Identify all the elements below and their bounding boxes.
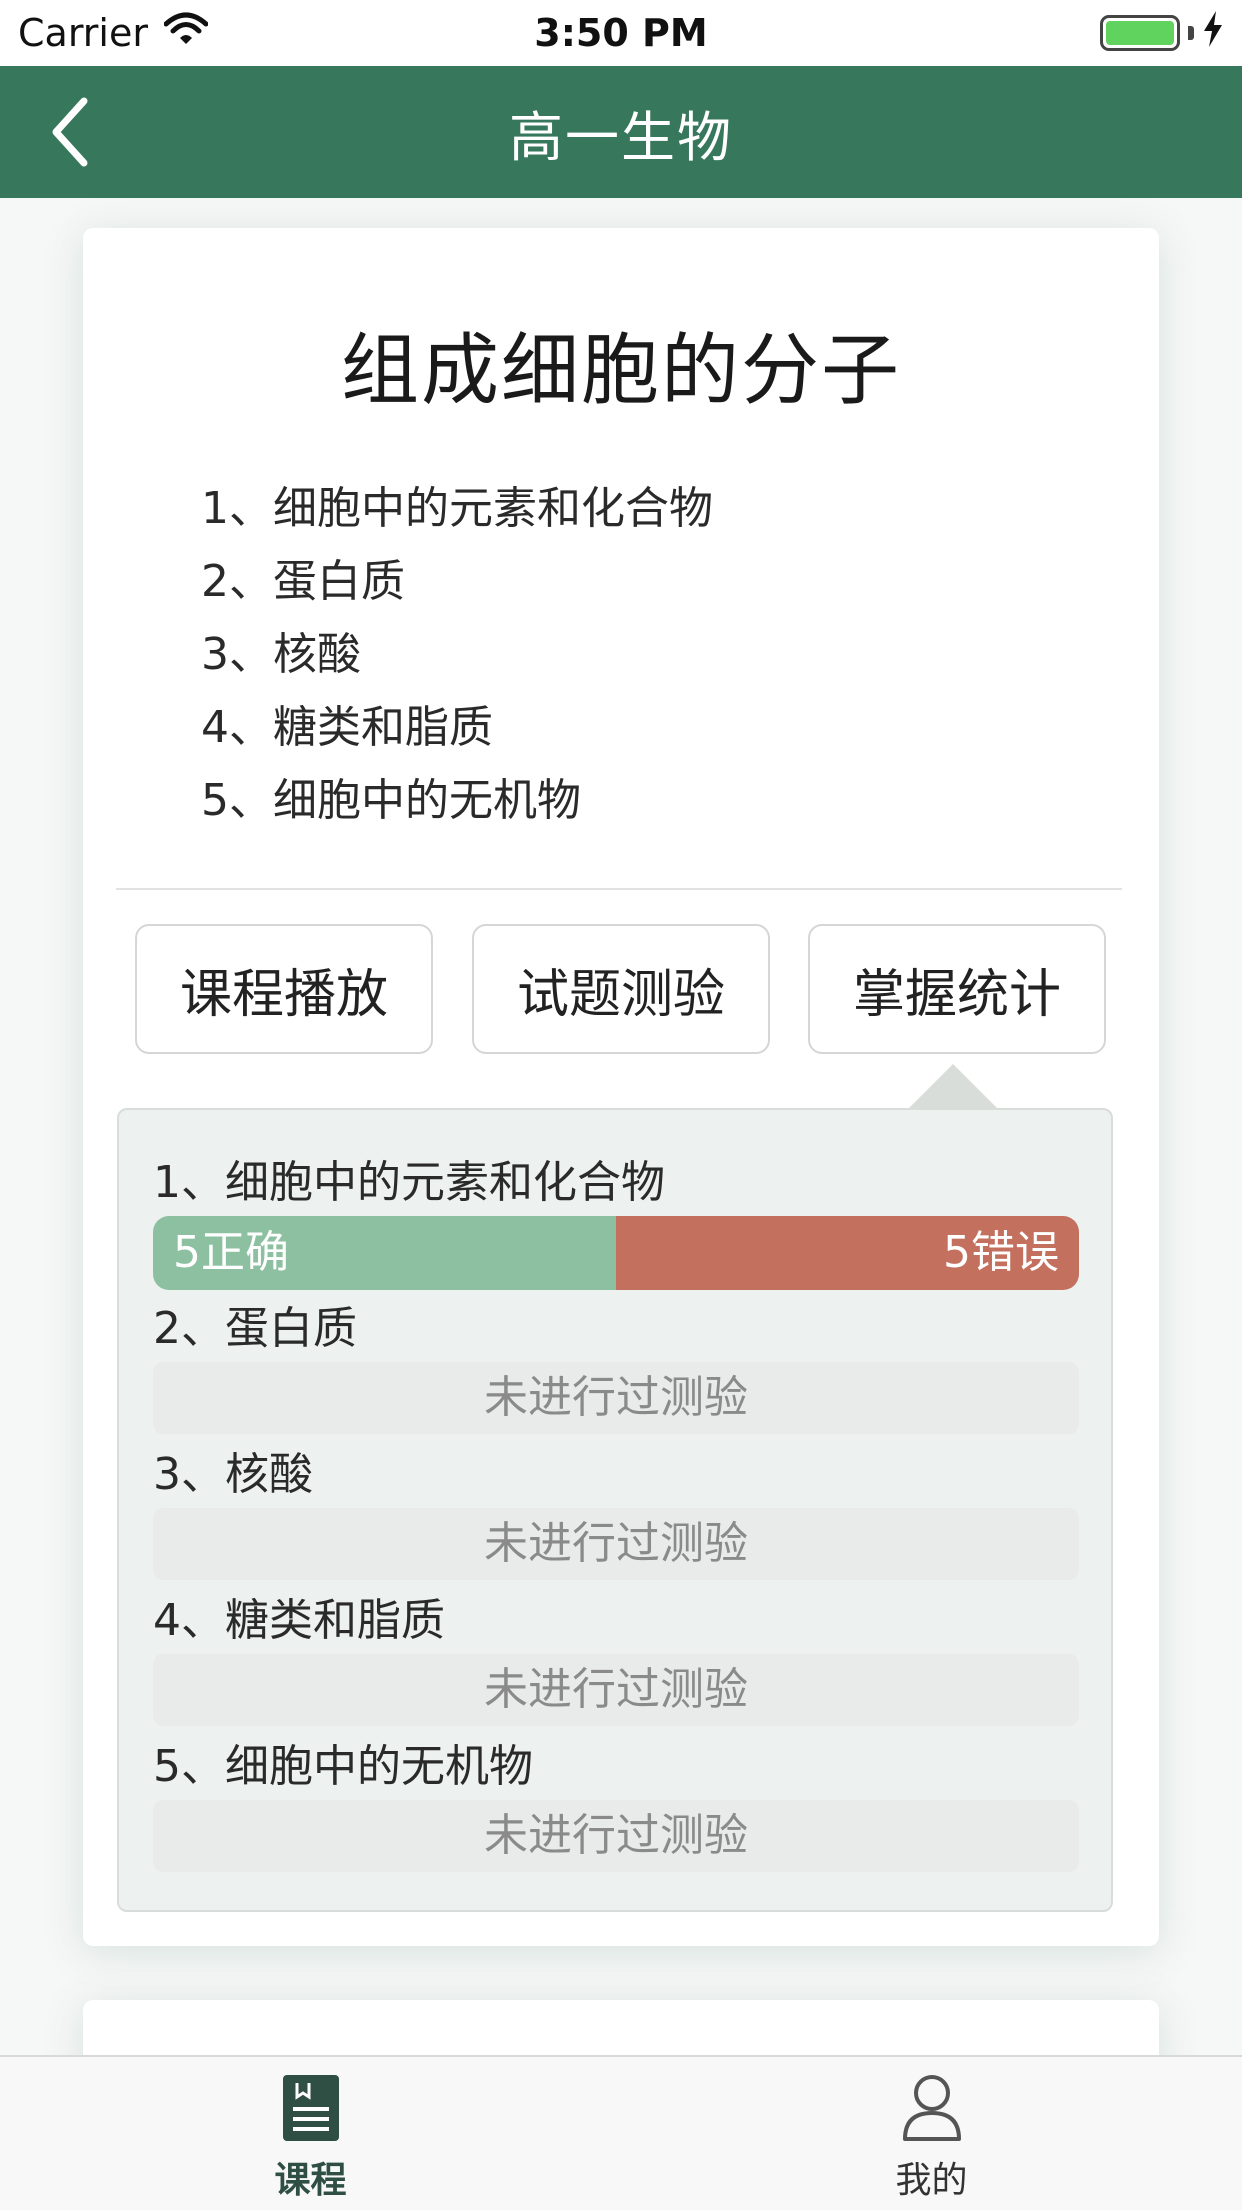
- book-icon: [276, 2071, 346, 2145]
- tab-mine-label: 我的: [895, 2160, 968, 2201]
- topic-item: 2、蛋白质: [201, 556, 405, 607]
- carrier-label: Carrier: [18, 11, 148, 55]
- result-bar: 5正确 5错误: [153, 1216, 1079, 1290]
- status-time: 3:50 PM: [534, 11, 708, 55]
- stat-label: 2、蛋白质: [153, 1303, 357, 1354]
- battery-tip: [1188, 26, 1194, 40]
- topic-item: 4、糖类和脂质: [201, 702, 493, 753]
- stat-item: 4、糖类和脂质 未进行过测验: [153, 1588, 1079, 1726]
- wifi-icon: [163, 11, 209, 55]
- tab-course[interactable]: 课程: [0, 2057, 621, 2210]
- status-right: [824, 10, 1224, 56]
- chapter-title: 组成细胞的分子: [340, 326, 901, 416]
- chevron-left-icon: [52, 97, 88, 167]
- no-quiz-placeholder: 未进行过测验: [153, 1654, 1079, 1726]
- topic-item: 3、核酸: [201, 629, 361, 680]
- topic-list: 1、细胞中的元素和化合物 2、蛋白质 3、核酸 4、糖类和脂质 5、细胞中的无机…: [201, 472, 713, 837]
- quiz-button[interactable]: 试题测验: [472, 924, 770, 1054]
- stat-item: 3、核酸 未进行过测验: [153, 1442, 1079, 1580]
- stat-label: 3、核酸: [153, 1449, 313, 1500]
- user-icon: [897, 2071, 967, 2145]
- no-quiz-placeholder: 未进行过测验: [153, 1800, 1079, 1872]
- tab-bar: 课程 我的: [0, 2055, 1242, 2208]
- mastery-stats-button[interactable]: 掌握统计: [808, 924, 1106, 1054]
- stat-item: 2、蛋白质 未进行过测验: [153, 1296, 1079, 1434]
- stat-item: 1、细胞中的元素和化合物 5正确 5错误: [153, 1150, 1079, 1290]
- stat-label: 5、细胞中的无机物: [153, 1741, 533, 1792]
- topic-item: 1、细胞中的元素和化合物: [201, 483, 713, 534]
- no-quiz-placeholder: 未进行过测验: [153, 1508, 1079, 1580]
- page-title: 高一生物: [509, 105, 733, 169]
- nav-bar: 高一生物: [0, 66, 1242, 198]
- stats-pointer: [907, 1064, 999, 1110]
- back-button[interactable]: [40, 96, 100, 168]
- no-quiz-placeholder: 未进行过测验: [153, 1362, 1079, 1434]
- topic-item: 5、细胞中的无机物: [201, 775, 581, 826]
- chapter-card: 组成细胞的分子 1、细胞中的元素和化合物 2、蛋白质 3、核酸 4、糖类和脂质 …: [83, 228, 1159, 1946]
- course-play-button[interactable]: 课程播放: [135, 924, 433, 1054]
- battery-icon: [1100, 15, 1180, 51]
- wrong-segment: 5错误: [616, 1216, 1079, 1290]
- charging-icon: [1202, 10, 1224, 56]
- status-left: Carrier: [18, 11, 418, 55]
- status-bar: Carrier 3:50 PM: [0, 0, 1242, 66]
- correct-segment: 5正确: [153, 1216, 616, 1290]
- stat-label: 4、糖类和脂质: [153, 1595, 445, 1646]
- divider: [116, 888, 1122, 890]
- stats-panel: 1、细胞中的元素和化合物 5正确 5错误 2、蛋白质 未进行过测验 3、核酸 未…: [117, 1108, 1113, 1912]
- stat-label: 1、细胞中的元素和化合物: [153, 1157, 665, 1208]
- tab-course-label: 课程: [274, 2160, 347, 2201]
- tab-mine[interactable]: 我的: [621, 2057, 1242, 2210]
- stat-item: 5、细胞中的无机物 未进行过测验: [153, 1734, 1079, 1872]
